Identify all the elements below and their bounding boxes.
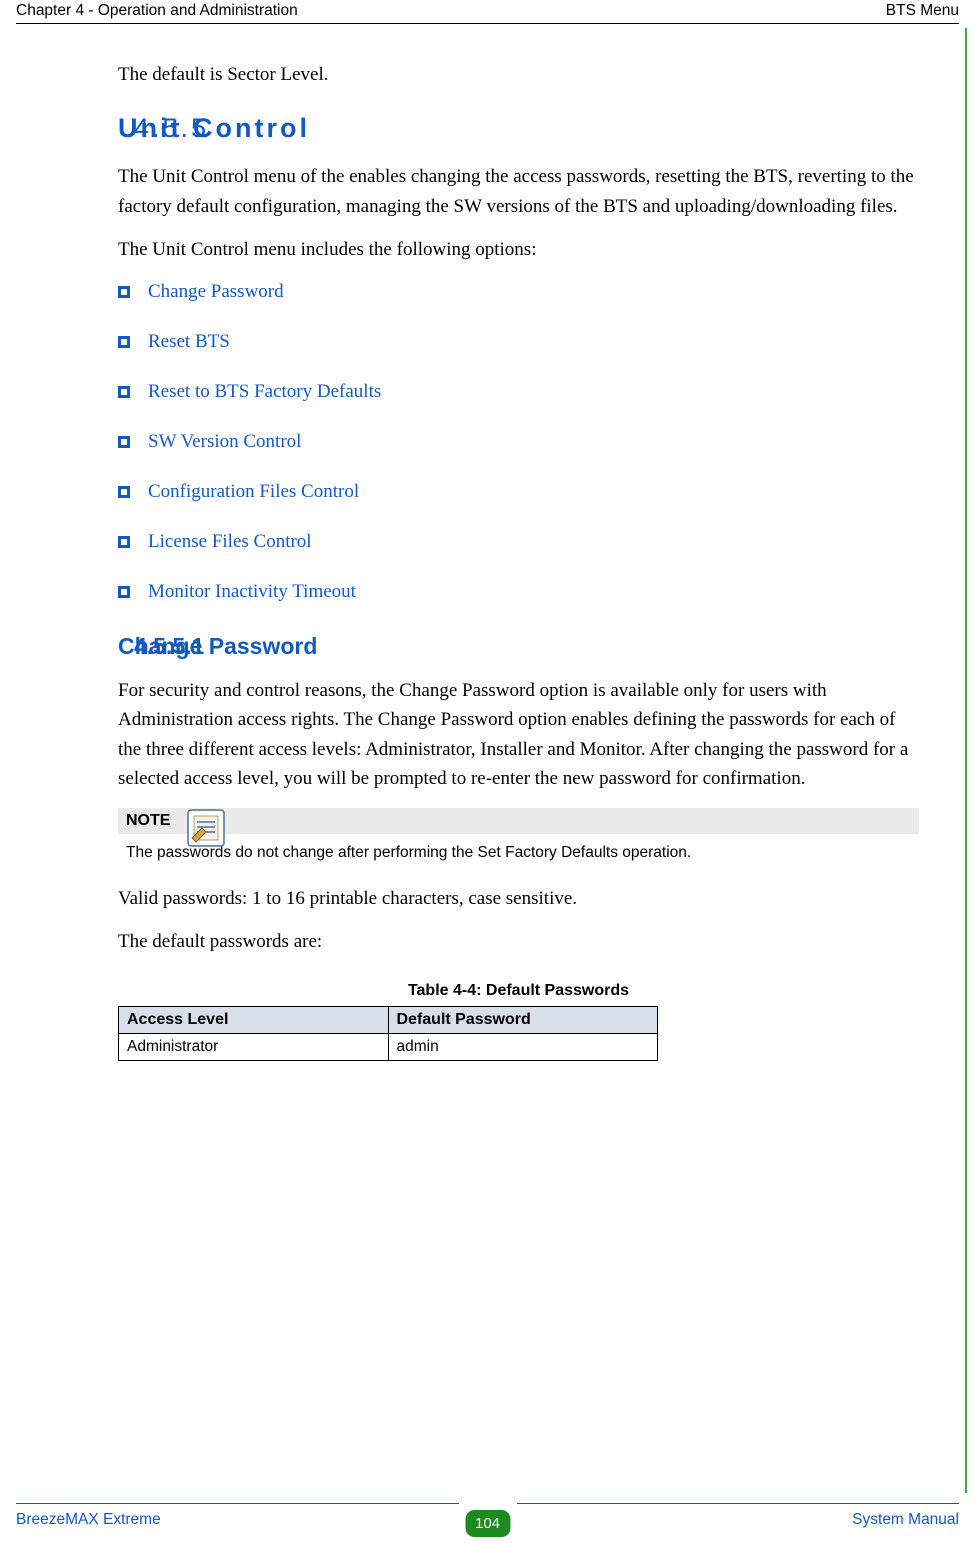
option-label: Reset BTS (148, 331, 230, 352)
col-default-password: Default Password (388, 1007, 658, 1034)
table-header-row: Access Level Default Password (119, 1007, 658, 1034)
header-rule (16, 23, 959, 24)
intro-text: The default is Sector Level. (118, 60, 919, 89)
square-bullet-icon (118, 486, 130, 498)
list-item[interactable]: SW Version Control (118, 431, 919, 453)
footer-product: BreezeMAX Extreme (16, 1511, 161, 1529)
option-label: Monitor Inactivity Timeout (148, 581, 356, 602)
list-item[interactable]: License Files Control (118, 531, 919, 553)
list-item[interactable]: Monitor Inactivity Timeout (118, 581, 919, 603)
footer-doc-title: System Manual (852, 1511, 959, 1529)
cell-default-password: admin (388, 1034, 658, 1061)
option-label: License Files Control (148, 531, 312, 552)
option-label: SW Version Control (148, 431, 301, 452)
section-para-1: The Unit Control menu of the enables cha… (118, 162, 919, 221)
page: Chapter 4 - Operation and Administration… (0, 0, 975, 1545)
list-item[interactable]: Reset to BTS Factory Defaults (118, 381, 919, 403)
default-passwords-table: Access Level Default Password Administra… (118, 1006, 658, 1061)
section-title: Unit Control (118, 113, 919, 144)
section-number: 4.5.5 (134, 113, 209, 144)
note-callout: NOTE The passwords do not change after p… (118, 808, 919, 868)
option-label: Configuration Files Control (148, 481, 359, 502)
option-label: Reset to BTS Factory Defaults (148, 381, 381, 402)
list-item[interactable]: Configuration Files Control (118, 481, 919, 503)
list-item[interactable]: Reset BTS (118, 331, 919, 353)
table-caption: Table 4-4: Default Passwords (118, 982, 919, 1000)
subsection-number: 4.5.5.1 (134, 633, 204, 660)
note-icon (186, 808, 226, 848)
header-chapter: Chapter 4 - Operation and Administration (16, 2, 298, 20)
page-number: 104 (465, 1510, 510, 1537)
section-para-2: The Unit Control menu includes the follo… (118, 235, 919, 264)
square-bullet-icon (118, 586, 130, 598)
options-list: Change Password Reset BTS Reset to BTS F… (118, 281, 919, 603)
footer-line-left (16, 1503, 459, 1504)
footer-rule (16, 1503, 959, 1504)
square-bullet-icon (118, 386, 130, 398)
subsection-heading-row: 4.5.5.1 Change Password (118, 633, 919, 660)
square-bullet-icon (118, 436, 130, 448)
footer-page-pill: 104 (465, 1515, 510, 1533)
default-passwords-lead: The default passwords are: (118, 927, 919, 956)
square-bullet-icon (118, 536, 130, 548)
footer: BreezeMAX Extreme 104 System Manual (16, 1499, 959, 1529)
note-text: The passwords do not change after perfor… (118, 834, 919, 868)
content-area: The default is Sector Level. 4.5.5 Unit … (0, 60, 975, 1061)
option-label: Change Password (148, 281, 284, 302)
section-heading-row: 4.5.5 Unit Control (118, 113, 919, 144)
cell-access-level: Administrator (119, 1034, 389, 1061)
footer-line-right (517, 1503, 960, 1504)
subsection-para: For security and control reasons, the Ch… (118, 676, 919, 794)
list-item[interactable]: Change Password (118, 281, 919, 303)
note-label: NOTE (118, 808, 919, 834)
square-bullet-icon (118, 286, 130, 298)
table-row: Administrator admin (119, 1034, 658, 1061)
header-section: BTS Menu (886, 2, 959, 20)
square-bullet-icon (118, 336, 130, 348)
valid-passwords-text: Valid passwords: 1 to 16 printable chara… (118, 884, 919, 913)
col-access-level: Access Level (119, 1007, 389, 1034)
